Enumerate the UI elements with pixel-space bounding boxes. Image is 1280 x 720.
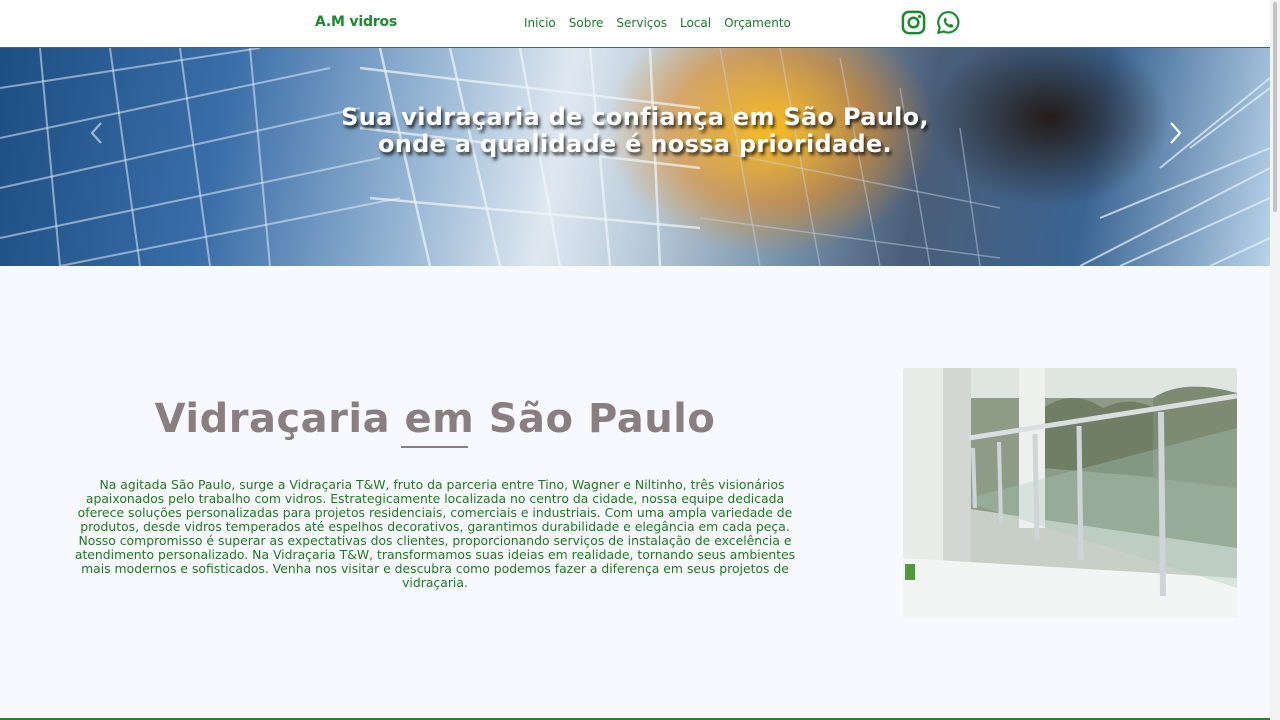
nav-link-inicio[interactable]: Inicio xyxy=(524,16,556,30)
carousel-next-button[interactable] xyxy=(1164,120,1186,146)
carousel-prev-button[interactable] xyxy=(86,120,108,146)
title-underline xyxy=(401,446,468,448)
glass-railing-photo xyxy=(903,368,1237,618)
page-scrollbar[interactable] xyxy=(1270,0,1280,720)
instagram-icon[interactable] xyxy=(901,10,926,35)
scrollbar-thumb[interactable] xyxy=(1273,2,1277,212)
nav-link-servicos[interactable]: Serviços xyxy=(616,16,667,30)
nav-links: Inicio Sobre Serviços Local Orçamento xyxy=(524,16,791,30)
brand-logo[interactable]: A.M vidros xyxy=(315,14,397,30)
about-text: Na agitada São Paulo, surge a Vidraçaria… xyxy=(74,477,796,590)
navbar: A.M vidros Inicio Sobre Serviços Local O… xyxy=(0,0,1270,48)
hero-caption: Sua vidraçaria de confiança em São Paulo… xyxy=(341,103,929,158)
social-links xyxy=(901,10,961,35)
about-title: Vidraçaria em São Paulo xyxy=(154,396,716,442)
nav-link-sobre[interactable]: Sobre xyxy=(569,16,604,30)
nav-link-orcamento[interactable]: Orçamento xyxy=(724,16,791,30)
whatsapp-icon[interactable] xyxy=(936,10,961,35)
nav-link-local[interactable]: Local xyxy=(680,16,711,30)
hero-carousel: Sua vidraçaria de confiança em São Paulo… xyxy=(0,48,1270,266)
